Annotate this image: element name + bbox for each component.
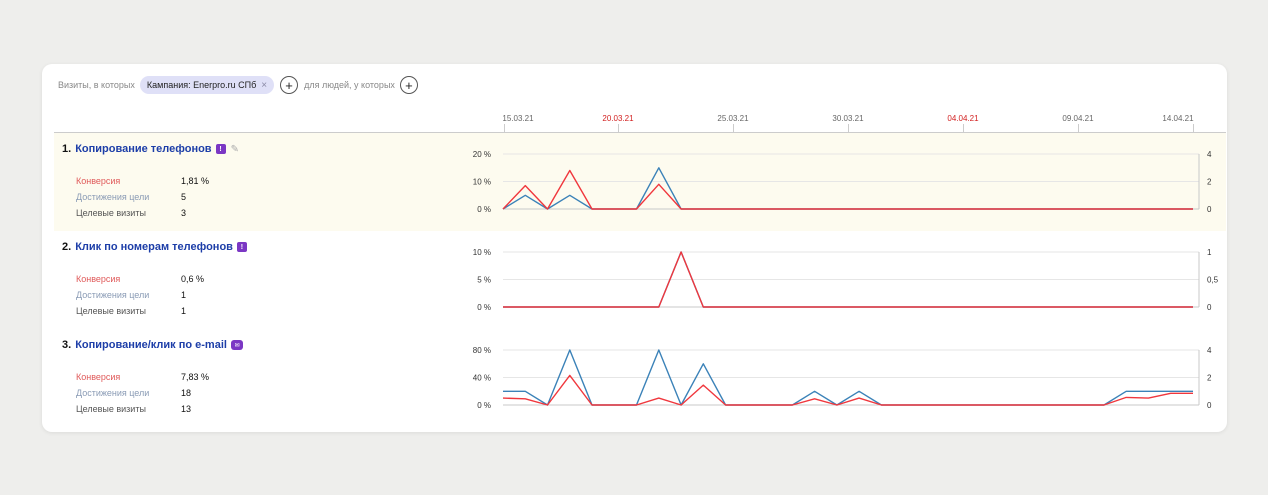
goals-report-card: Визиты, в которых Кампания: Enerpro.ru С… bbox=[42, 64, 1227, 432]
segment-filter-bar: Визиты, в которых Кампания: Enerpro.ru С… bbox=[58, 74, 424, 96]
campaign-filter-chip[interactable]: Кампания: Enerpro.ru СПб × bbox=[139, 76, 275, 94]
timeline-date: 15.03.21 bbox=[502, 114, 534, 123]
right-axis-tick: 0 bbox=[1207, 303, 1212, 312]
goal-chart: 0 % 10 % 20 % 0 2 4 bbox=[473, 150, 1212, 214]
left-axis-tick: 10 % bbox=[473, 178, 491, 187]
left-axis-tick: 0 % bbox=[477, 303, 491, 312]
left-axis-tick: 5 % bbox=[477, 276, 491, 285]
goal-chart: 0 % 5 % 10 % 0 0,5 1 bbox=[473, 248, 1219, 312]
goal-row: 2. Клик по номерам телефонов ! Конверсия… bbox=[54, 231, 1226, 329]
right-axis-tick: 1 bbox=[1207, 248, 1212, 257]
right-axis-tick: 0,5 bbox=[1207, 276, 1219, 285]
left-axis-tick: 20 % bbox=[473, 150, 491, 159]
add-people-condition-button[interactable]: + bbox=[399, 76, 418, 94]
right-axis-tick: 2 bbox=[1207, 374, 1212, 383]
timeline-date: 25.03.21 bbox=[717, 114, 749, 123]
add-visit-condition-button[interactable]: + bbox=[280, 76, 299, 94]
timeline-date: 20.03.21 bbox=[602, 114, 634, 123]
right-axis-tick: 4 bbox=[1207, 150, 1212, 159]
right-axis-tick: 4 bbox=[1207, 346, 1212, 355]
timeline-date: 30.03.21 bbox=[832, 114, 864, 123]
timeline-date: 04.04.21 bbox=[947, 114, 979, 123]
conversion-series-line bbox=[502, 374, 1193, 406]
filter-prefix: Визиты, в которых bbox=[58, 80, 135, 90]
goal-row: 1. Копирование телефонов ! ✎ Конверсия 1,… bbox=[54, 133, 1226, 231]
left-axis-tick: 0 % bbox=[477, 205, 491, 214]
reaches-series-line bbox=[502, 167, 1193, 210]
conversion-series-line bbox=[502, 169, 1193, 210]
left-axis-tick: 80 % bbox=[473, 346, 491, 355]
right-axis-tick: 0 bbox=[1207, 401, 1212, 410]
left-axis-tick: 40 % bbox=[473, 374, 491, 383]
left-axis-tick: 10 % bbox=[473, 248, 491, 257]
campaign-filter-chip-label: Кампания: Enerpro.ru СПб bbox=[146, 80, 257, 90]
left-axis-tick: 0 % bbox=[477, 401, 491, 410]
right-axis-tick: 2 bbox=[1207, 178, 1212, 187]
right-axis-tick: 0 bbox=[1207, 205, 1212, 214]
timeline-date: 14.04.21 bbox=[1162, 114, 1194, 123]
goal-row: 3. Копирование/клик по e-mail ✉ Конверси… bbox=[54, 329, 1226, 432]
timeline-date: 09.04.21 bbox=[1062, 114, 1094, 123]
filter-people-text: для людей, у которых bbox=[304, 80, 395, 90]
goal-chart: 0 % 40 % 80 % 0 2 4 bbox=[473, 346, 1212, 410]
close-icon[interactable]: × bbox=[261, 80, 267, 91]
